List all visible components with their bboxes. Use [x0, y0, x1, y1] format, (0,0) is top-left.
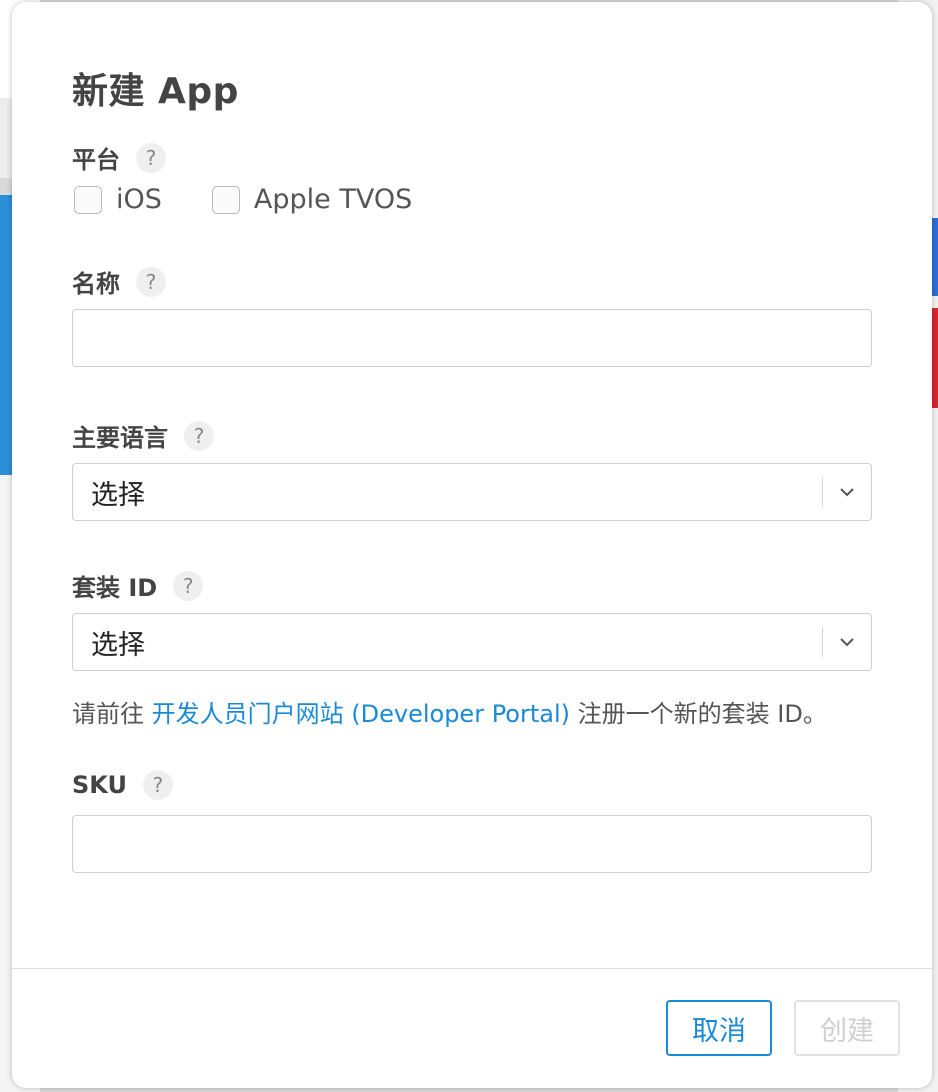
name-label-row: 名称 ?: [72, 264, 166, 299]
create-button[interactable]: 创建: [794, 1000, 900, 1056]
bundle-id-select[interactable]: 选择: [72, 613, 872, 671]
sku-label-row: SKU ?: [72, 770, 173, 800]
bundle-help-icon[interactable]: ?: [173, 570, 204, 601]
sku-input[interactable]: [72, 815, 872, 873]
language-label-row: 主要语言 ?: [72, 418, 214, 453]
appletv-checkbox-label[interactable]: Apple TVOS: [254, 184, 412, 215]
ios-checkbox[interactable]: [74, 185, 102, 214]
footer-divider: [12, 968, 932, 969]
platform-option-ios[interactable]: iOS: [74, 184, 162, 215]
appletv-checkbox[interactable]: [211, 185, 240, 214]
platform-label: 平台: [72, 146, 120, 174]
language-select-value: 选择: [91, 479, 145, 511]
sku-label: SKU: [72, 771, 127, 799]
developer-portal-link[interactable]: 开发人员门户网站 (Developer Portal): [152, 700, 570, 728]
name-label: 名称: [72, 270, 120, 298]
bundle-hint-suffix: 注册一个新的套装 ID。: [570, 700, 827, 728]
bundle-id-label: 套装 ID: [72, 574, 158, 602]
name-help-icon[interactable]: ?: [136, 266, 166, 297]
dialog-title: 新建 App: [72, 71, 239, 112]
platform-label-row: 平台 ?: [72, 140, 166, 175]
name-input[interactable]: [72, 309, 872, 367]
language-label: 主要语言: [72, 424, 168, 452]
platform-options: iOS Apple TVOS: [74, 184, 462, 215]
bundle-hint: 请前往 开发人员门户网站 (Developer Portal) 注册一个新的套装…: [72, 694, 827, 729]
bundle-label-row: 套装 ID ?: [72, 568, 204, 603]
sku-help-icon[interactable]: ?: [142, 770, 173, 800]
chevron-down-icon[interactable]: [823, 637, 871, 647]
ios-checkbox-label[interactable]: iOS: [116, 184, 162, 215]
bundle-select-value: 选择: [91, 629, 145, 661]
language-help-icon[interactable]: ?: [184, 420, 214, 451]
chevron-down-icon[interactable]: [823, 487, 871, 497]
bundle-hint-prefix: 请前往: [72, 700, 152, 728]
cancel-button[interactable]: 取消: [666, 1000, 772, 1056]
platform-help-icon[interactable]: ?: [136, 142, 166, 173]
language-select[interactable]: 选择: [72, 463, 872, 521]
platform-option-appletv[interactable]: Apple TVOS: [211, 184, 412, 215]
new-app-dialog: 新建 App 平台 ? iOS Apple TVOS 名称 ? 主要语言 ? 选…: [12, 2, 932, 1088]
